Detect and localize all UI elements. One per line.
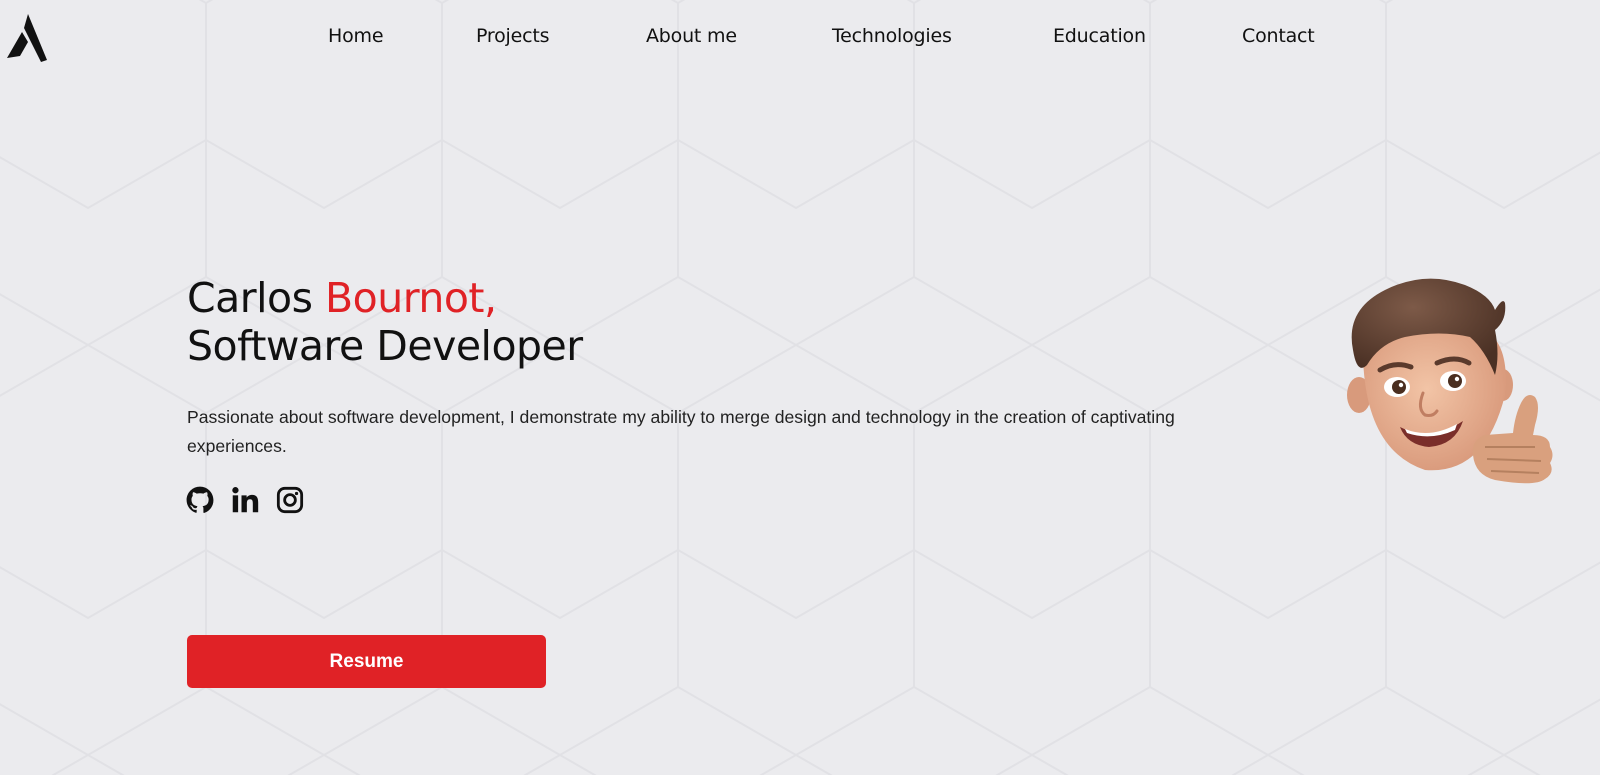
linkedin-icon[interactable] (231, 486, 259, 514)
avatar (1347, 278, 1553, 484)
nav-projects[interactable]: Projects (476, 25, 550, 47)
hero-role: Software Developer (187, 322, 583, 370)
hero-title: Carlos Bournot, Software Developer (187, 274, 1237, 370)
hero-first-name: Carlos (187, 274, 313, 322)
nav-contact[interactable]: Contact (1242, 25, 1315, 47)
hero-last-name: Bournot, (325, 274, 497, 322)
resume-button[interactable]: Resume (187, 635, 546, 688)
hero-description: Passionate about software development, I… (187, 407, 1175, 456)
main-nav: Home Projects About me Technologies Educ… (0, 25, 1600, 53)
github-icon[interactable] (186, 486, 214, 514)
nav-technologies[interactable]: Technologies (832, 25, 952, 47)
nav-home[interactable]: Home (328, 25, 384, 47)
hero-section: Carlos Bournot, Software Developer Passi… (187, 274, 1237, 461)
instagram-icon[interactable] (276, 486, 304, 514)
nav-about-me[interactable]: About me (646, 25, 737, 47)
nav-education[interactable]: Education (1053, 25, 1146, 47)
